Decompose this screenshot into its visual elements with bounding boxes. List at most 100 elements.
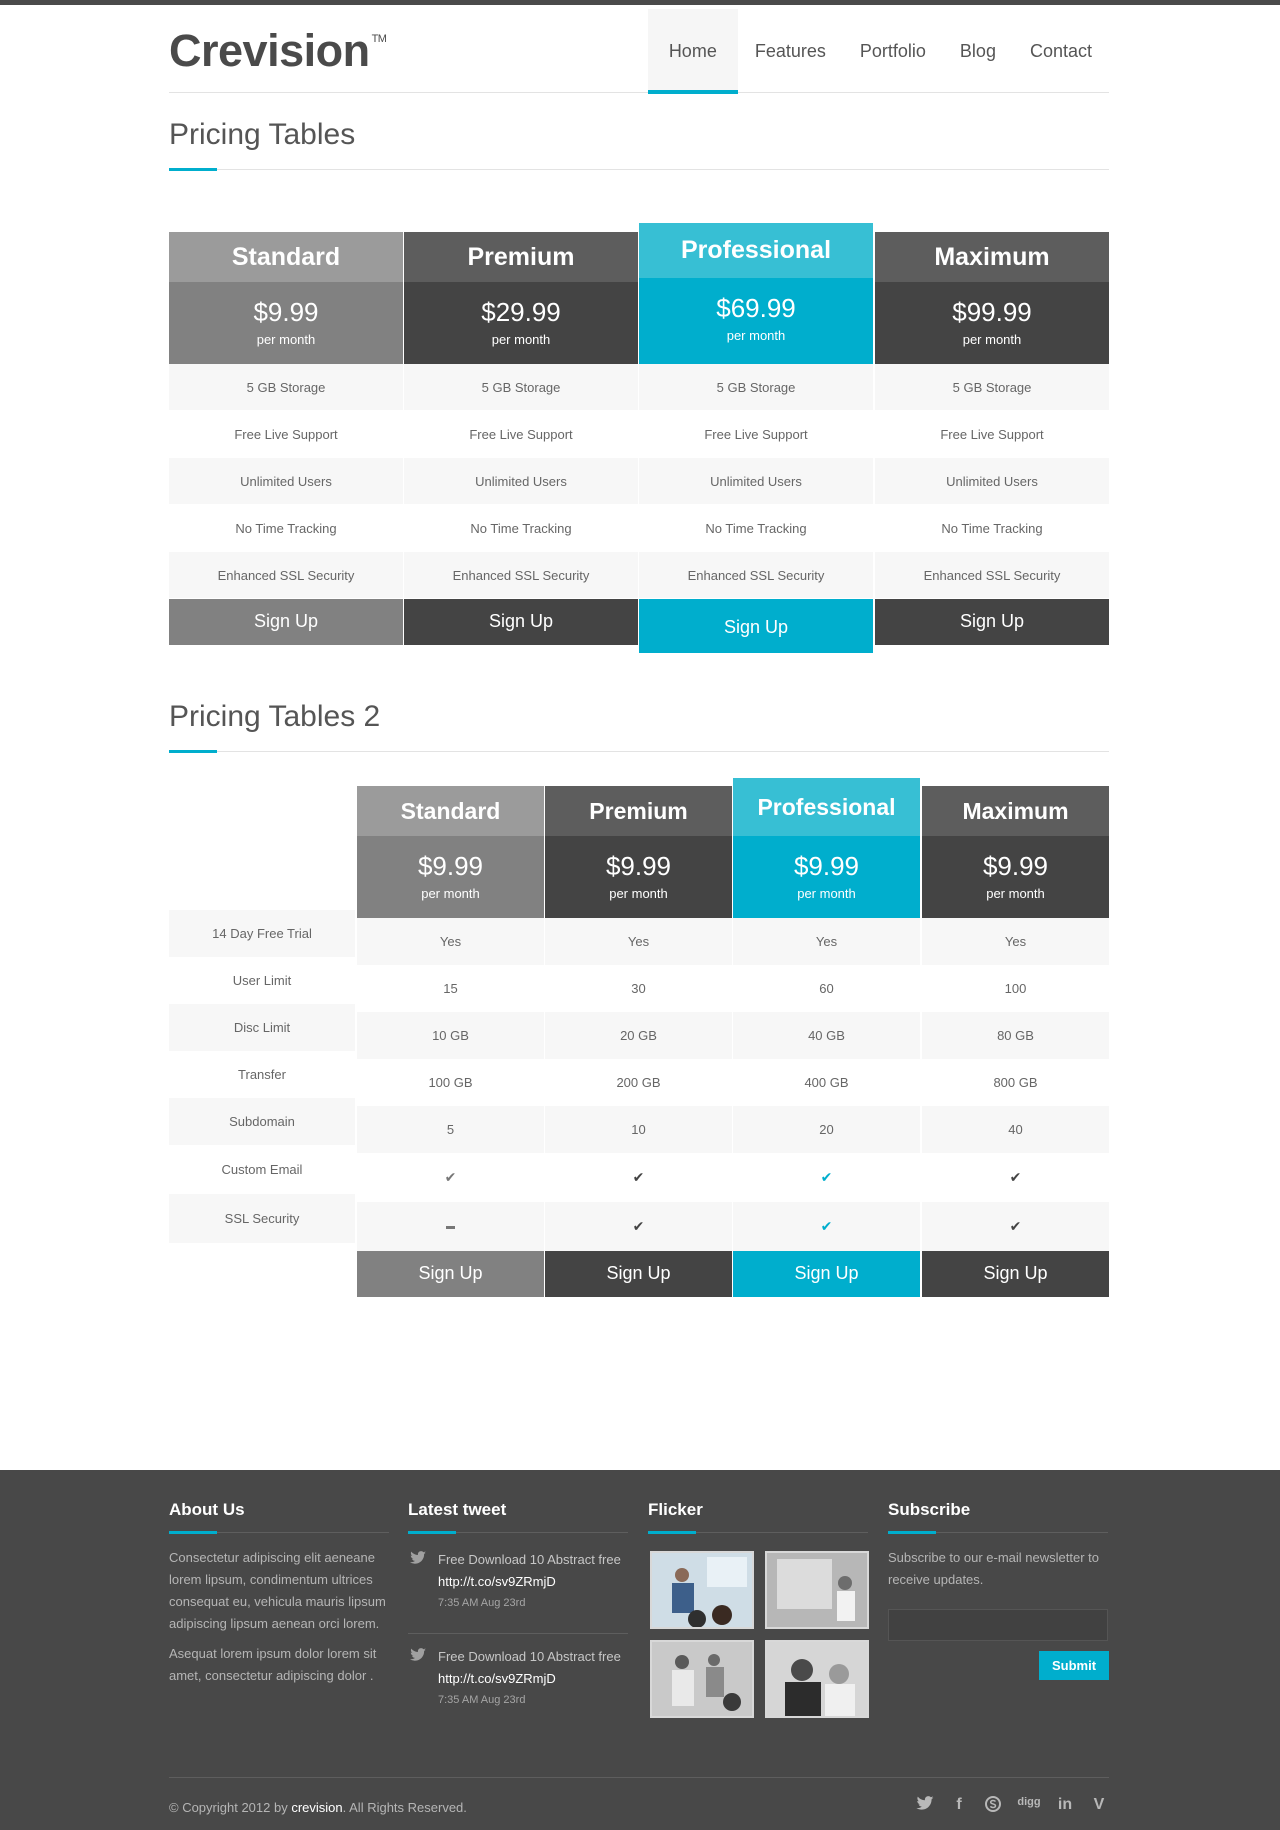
social-links: f digg in V (915, 1796, 1109, 1816)
twitter-icon[interactable] (915, 1796, 935, 1816)
footer-heading-text: Latest tweet (408, 1500, 507, 1519)
feature-row: No Time Tracking (404, 505, 638, 552)
nav-item-features[interactable]: Features (738, 9, 843, 93)
plan-period: per month (491, 332, 551, 347)
cell: 100 (1004, 981, 1027, 996)
cell: 20 GB (545, 1012, 732, 1059)
cell: ✔ (922, 1202, 1109, 1251)
plan-name: Professional (639, 223, 873, 278)
feature-row: 5 GB Storage (639, 364, 873, 411)
row-label: Subdomain (169, 1098, 355, 1145)
email-field[interactable] (888, 1609, 1108, 1641)
plan-price: $29.99 (481, 297, 561, 327)
feature-row: No Time Tracking (875, 505, 1109, 552)
nav-item-contact[interactable]: Contact (1013, 9, 1109, 93)
plan2-maximum: Maximum $9.99 per month Yes 100 80 GB 80… (922, 786, 1109, 1297)
digg-icon[interactable]: digg (1017, 1796, 1041, 1816)
signup-button-premium[interactable]: Sign Up (545, 1251, 732, 1297)
nav-item-portfolio[interactable]: Portfolio (843, 9, 943, 93)
about-text: Consectetur adipiscing elit aeneane lore… (169, 1550, 386, 1631)
flicker-thumb[interactable] (765, 1551, 869, 1629)
plan-standard: Standard $9.99 per month 5 GB Storage Fr… (169, 232, 403, 645)
feature-row: Unlimited Users (875, 458, 1109, 505)
footer-heading: About Us (169, 1500, 389, 1534)
signup-button-maximum[interactable]: Sign Up (875, 599, 1109, 645)
plan-period: per month (609, 886, 668, 901)
skype-icon[interactable] (983, 1796, 1003, 1816)
plan-period: per month (256, 332, 316, 347)
tweet-link[interactable]: http://t.co/sv9ZRmjD (438, 1571, 628, 1593)
submit-button[interactable]: Submit (1039, 1651, 1109, 1680)
cell: ✔ (545, 1202, 732, 1251)
cell: 10 GB (357, 1012, 544, 1059)
plan-price: $69.99 (716, 293, 796, 323)
cell: 5 (357, 1106, 544, 1153)
cell: 40 (922, 1106, 1109, 1153)
flicker-gallery (650, 1551, 869, 1718)
linkedin-icon[interactable]: in (1055, 1796, 1075, 1816)
signup-button-premium[interactable]: Sign Up (404, 599, 638, 645)
page-title: Pricing Tables (169, 118, 356, 151)
plan-price: $99.99 (952, 297, 1032, 327)
signup-button-professional[interactable]: Sign Up (639, 599, 873, 653)
footer-heading-text: About Us (169, 1500, 245, 1519)
signup-button-standard[interactable]: Sign Up (357, 1251, 544, 1297)
site-footer: About Us Consectetur adipiscing elit aen… (0, 1470, 1280, 1830)
check-icon: ✔ (1009, 1218, 1022, 1234)
plan-price-box: $9.99 per month (922, 836, 1109, 918)
row-label: SSL Security (169, 1194, 355, 1243)
cell: 80 GB (922, 1012, 1109, 1059)
plan-price-box: $69.99 per month (639, 278, 873, 364)
feature-row: Enhanced SSL Security (404, 552, 638, 599)
flicker-thumb[interactable] (650, 1551, 754, 1629)
signup-button-standard[interactable]: Sign Up (169, 599, 403, 645)
plan-price-box: $9.99 per month (169, 282, 403, 364)
cell: 30 (631, 981, 646, 996)
footer-tweets: Latest tweet Free Download 10 Abstract f… (408, 1500, 628, 1718)
cell: 60 (819, 981, 834, 996)
plan-period: per month (986, 886, 1045, 901)
dash-icon (446, 1226, 455, 1230)
cell: 15 (443, 981, 458, 996)
nav-item-home[interactable]: Home (647, 9, 738, 94)
flicker-thumb[interactable] (765, 1640, 869, 1718)
footer-about: About Us Consectetur adipiscing elit aen… (169, 1500, 389, 1687)
cell (357, 1202, 544, 1251)
cell: 20 (733, 1106, 920, 1153)
facebook-icon[interactable]: f (949, 1796, 969, 1816)
about-text: Asequat lorem ipsum dolor lorem sit amet… (169, 1646, 377, 1683)
tweet-item: Free Download 10 Abstract free http://t.… (408, 1549, 628, 1621)
tweet-date: 7:35 AM Aug 23rd (438, 1597, 526, 1609)
nav-item-blog[interactable]: Blog (943, 9, 1013, 93)
cell: 100 GB (428, 1075, 473, 1090)
tweet-link[interactable]: http://t.co/sv9ZRmjD (438, 1668, 628, 1690)
feature-row: No Time Tracking (169, 505, 403, 552)
plan-price: $9.99 (605, 851, 672, 881)
feature-row: Enhanced SSL Security (169, 552, 403, 599)
plan-period: per month (421, 886, 480, 901)
plan-price-box: $99.99 per month (875, 282, 1109, 364)
logo[interactable]: Crevision TM (169, 25, 387, 77)
check-icon: ✔ (632, 1218, 645, 1234)
plan-premium: Premium $29.99 per month 5 GB Storage Fr… (404, 232, 638, 645)
title-accent (169, 168, 217, 171)
copyright-suffix: . All Rights Reserved. (342, 1800, 467, 1815)
cell: Yes (545, 918, 732, 965)
vimeo-icon[interactable]: V (1089, 1796, 1109, 1816)
tweet-text: Free Download 10 Abstract free (438, 1649, 621, 1664)
heading-accent (408, 1531, 456, 1534)
trademark: TM (371, 33, 387, 45)
footer-heading: Flicker (648, 1500, 868, 1534)
signup-button-maximum[interactable]: Sign Up (922, 1251, 1109, 1297)
row-label: User Limit (232, 973, 292, 988)
cell: 40 GB (733, 1012, 920, 1059)
signup-button-professional[interactable]: Sign Up (733, 1251, 920, 1297)
feature-row: Unlimited Users (639, 458, 873, 505)
tweet-date: 7:35 AM Aug 23rd (438, 1694, 526, 1706)
check-icon: ✔ (1009, 1169, 1022, 1185)
copyright-brand-link[interactable]: crevision (291, 1800, 342, 1815)
row-label: 14 Day Free Trial (169, 910, 355, 957)
check-icon: ✔ (632, 1169, 645, 1185)
feature-row: Enhanced SSL Security (639, 552, 873, 599)
flicker-thumb[interactable] (650, 1640, 754, 1718)
